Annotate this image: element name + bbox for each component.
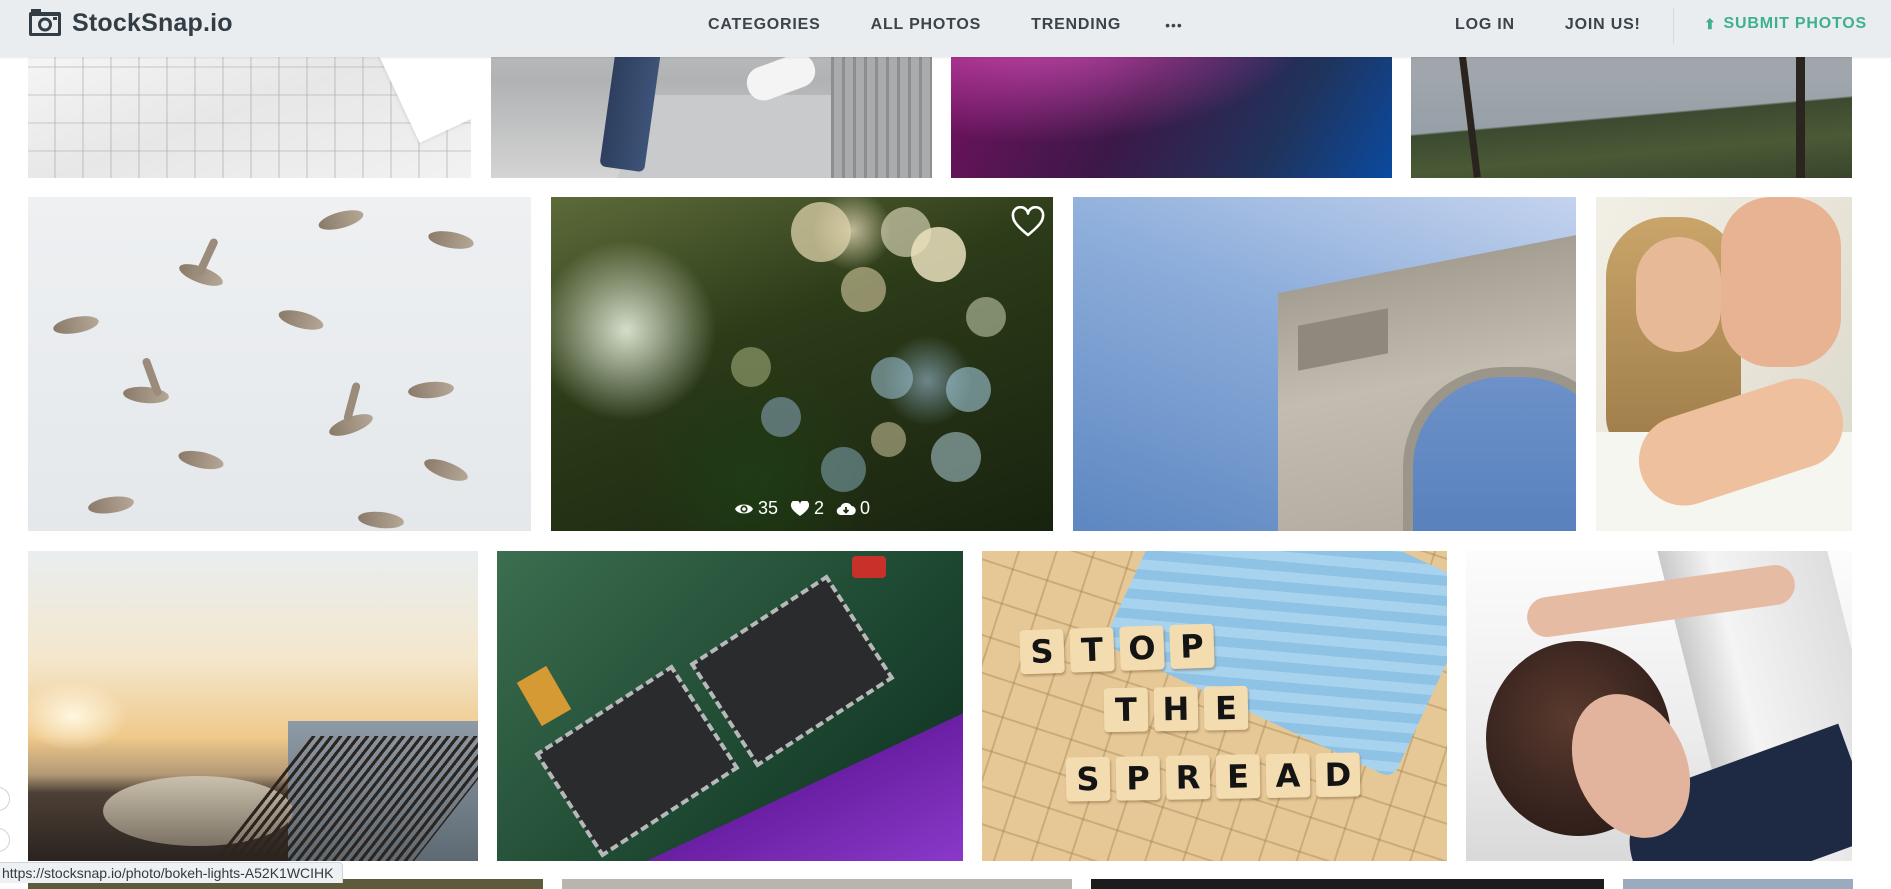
photo-next-row-3[interactable] [1091, 879, 1604, 889]
upload-icon: ⬆ [1704, 15, 1717, 32]
photo-next-row-4[interactable] [1623, 879, 1853, 889]
tile-line-1: S T O P [1019, 623, 1215, 675]
photo-bokeh-lights[interactable]: 35 2 0 [551, 197, 1053, 531]
bird-shape [407, 380, 455, 400]
bird-shape [87, 493, 135, 517]
bird-shape [51, 313, 101, 337]
bokeh-dot [841, 267, 886, 312]
photo-next-row-2[interactable] [562, 879, 1072, 889]
photo-waterfront-sunset[interactable] [28, 551, 478, 861]
capacitor-shape [516, 665, 572, 727]
bokeh-dot [911, 227, 966, 282]
bird-shape [176, 447, 226, 473]
bird-shape [276, 306, 326, 334]
cloud-download-icon [836, 502, 856, 515]
letter-tile: A [1265, 753, 1311, 799]
letter-tile: S [1065, 756, 1111, 802]
bokeh-dot [731, 347, 771, 387]
nav-categories[interactable]: CATEGORIES [708, 16, 821, 34]
face-shape [1636, 237, 1721, 352]
letter-tile: E [1215, 754, 1261, 799]
bokeh-dot [931, 432, 981, 482]
camera-icon [29, 9, 61, 36]
logo-text: StockSnap.io [72, 8, 233, 37]
photo-smiling-couple[interactable] [1596, 197, 1852, 531]
bokeh-dot [966, 297, 1006, 337]
letter-tile: S [1019, 628, 1065, 675]
views-count: 35 [757, 498, 778, 518]
join-link[interactable]: JOIN US! [1565, 16, 1641, 34]
more-menu-icon[interactable]: ••• [1165, 17, 1183, 33]
bird-shape [316, 206, 366, 234]
logo[interactable]: StockSnap.io [28, 8, 233, 38]
photo-stats: 35 2 0 [551, 498, 1053, 519]
microchip-shape [534, 663, 740, 859]
microchip-shape [689, 573, 895, 769]
heart-outline-icon [1011, 205, 1045, 237]
bokeh-dot [946, 367, 991, 412]
main-nav: CATEGORIES ALL PHOTOS TRENDING ••• [708, 0, 1183, 50]
bokeh-dot [791, 202, 851, 262]
likes-count: 2 [814, 498, 825, 518]
sun-glow-shape [28, 681, 128, 751]
login-link[interactable]: LOG IN [1455, 16, 1515, 34]
letter-tile: T [1069, 627, 1115, 673]
likes-stat: 2 [790, 498, 824, 519]
bokeh-dot [871, 422, 906, 457]
bokeh-dot [821, 447, 866, 492]
bokeh-dot [761, 397, 801, 437]
top-navigation-bar: StockSnap.io CATEGORIES ALL PHOTOS TREND… [0, 0, 1891, 57]
tile-line-3: S P R E A D [1065, 752, 1361, 802]
downloads-count: 0 [860, 498, 871, 518]
bokeh-dot [871, 357, 913, 399]
link-status-bar: https://stocksnap.io/photo/bokeh-lights-… [0, 862, 343, 883]
letter-tile: R [1165, 755, 1211, 800]
letter-tile: T [1103, 687, 1149, 733]
letter-tile: O [1119, 625, 1165, 671]
photo-flying-birds[interactable] [28, 197, 531, 531]
side-widget-button[interactable] [0, 787, 10, 811]
letter-tile: D [1315, 752, 1361, 798]
tile-line-2: T H E [1103, 685, 1249, 733]
downloads-stat: 0 [836, 498, 870, 519]
favorite-button[interactable] [1011, 205, 1045, 240]
capacitor-shape [852, 556, 886, 578]
letter-tile: E [1203, 685, 1249, 731]
bird-shape [426, 228, 476, 252]
letter-tile: P [1115, 755, 1161, 801]
submit-photos-label: SUBMIT PHOTOS [1723, 15, 1867, 32]
views-stat: 35 [734, 498, 778, 519]
auth-nav: LOG IN JOIN US! [1455, 0, 1691, 50]
photo-arc-de-triomphe[interactable] [1073, 197, 1576, 531]
face-shape [1721, 197, 1841, 367]
photo-stop-the-spread-tiles[interactable]: S T O P T H E S P R E A D [982, 551, 1447, 861]
nav-all-photos[interactable]: ALL PHOTOS [871, 16, 982, 34]
letter-tile: H [1153, 686, 1199, 732]
bird-shape [122, 385, 170, 405]
bird-shape [357, 509, 405, 531]
bird-shape [421, 454, 471, 486]
side-widget-button[interactable] [0, 828, 10, 852]
submit-photos-button[interactable]: ⬆ SUBMIT PHOTOS [1704, 0, 1867, 48]
letter-tile: P [1169, 623, 1215, 670]
photo-circuit-board[interactable] [497, 551, 963, 861]
nav-divider [1673, 8, 1674, 44]
heart-icon [790, 500, 810, 516]
photo-woman-lying-down[interactable] [1466, 551, 1852, 861]
nav-trending[interactable]: TRENDING [1031, 16, 1121, 34]
eye-icon [734, 504, 753, 513]
